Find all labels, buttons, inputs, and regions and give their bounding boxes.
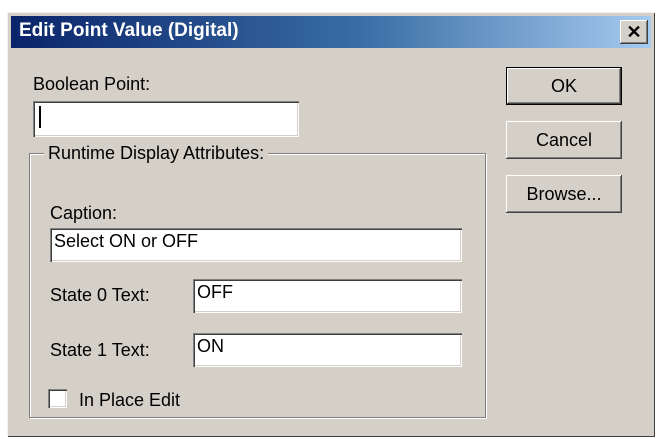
in-place-edit-label[interactable]: In Place Edit xyxy=(79,390,180,411)
state-0-text-input[interactable]: OFF xyxy=(193,279,462,313)
browse-button[interactable]: Browse... xyxy=(506,175,622,213)
state-1-text-input[interactable]: ON xyxy=(193,333,462,367)
runtime-display-attributes-legend: Runtime Display Attributes: xyxy=(44,143,269,164)
dialog-title: Edit Point Value (Digital) xyxy=(19,20,239,41)
close-icon[interactable]: ✕ xyxy=(620,20,648,44)
state-0-text-label: State 0 Text: xyxy=(50,285,150,305)
cancel-button[interactable]: Cancel xyxy=(506,121,622,159)
state-1-text-label: State 1 Text: xyxy=(50,340,150,360)
boolean-point-input[interactable] xyxy=(33,101,299,137)
in-place-edit-checkbox[interactable] xyxy=(48,389,67,408)
caption-label: Caption: xyxy=(50,203,118,223)
title-bar[interactable]: Edit Point Value (Digital) ✕ xyxy=(11,16,651,48)
ok-button[interactable]: OK xyxy=(506,67,622,105)
text-caret xyxy=(39,106,41,128)
caption-input[interactable]: Select ON or OFF xyxy=(50,228,462,262)
boolean-point-label: Boolean Point: xyxy=(33,74,151,94)
